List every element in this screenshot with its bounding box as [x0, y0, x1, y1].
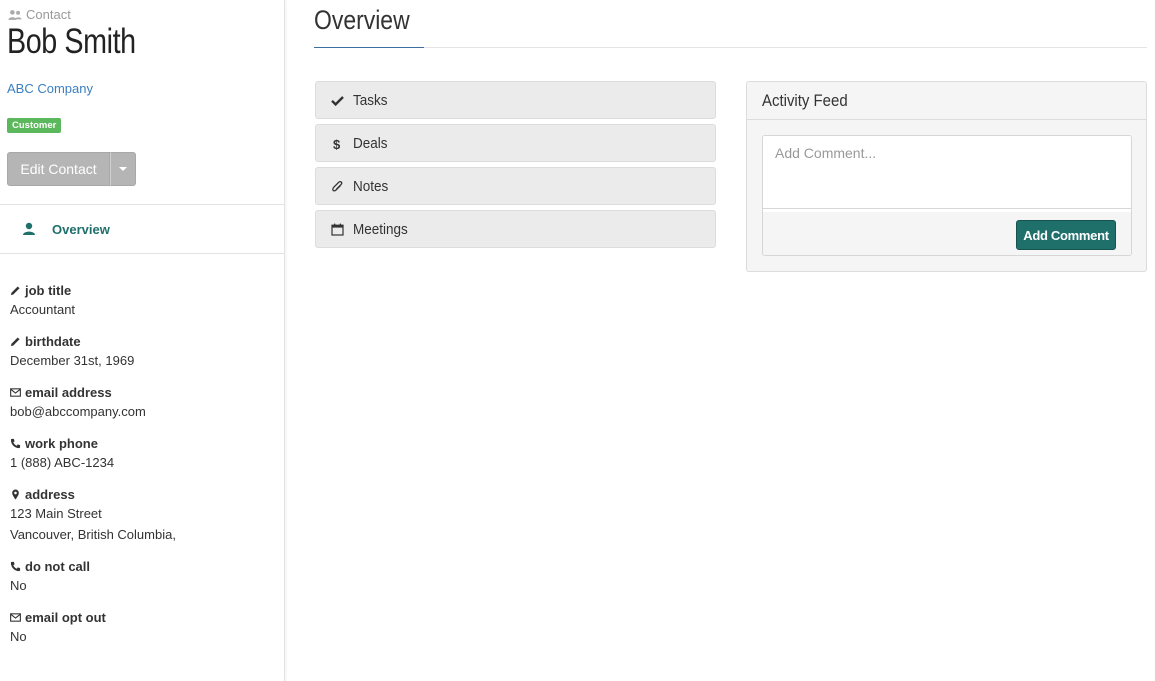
user-icon	[23, 222, 35, 235]
field-label: work phone	[25, 436, 98, 451]
main-content: Overview Tasks $ Deals Notes Meetings Ac…	[314, 0, 1147, 681]
company-link[interactable]: ABC Company	[7, 81, 93, 96]
envelope-icon	[10, 613, 21, 622]
field-address: address 123 Main Street Vancouver, Briti…	[10, 486, 280, 545]
title-underline	[314, 47, 424, 48]
field-birthdate: birthdate December 31st, 1969	[10, 333, 280, 371]
edit-contact-button[interactable]: Edit Contact	[7, 152, 110, 186]
field-label: birthdate	[25, 334, 81, 349]
caret-down-icon	[119, 167, 127, 171]
field-email: email address bob@abccompany.com	[10, 384, 280, 422]
activity-feed-panel: Activity Feed Add Comment	[746, 81, 1147, 272]
breadcrumb-label: Contact	[26, 7, 71, 22]
check-icon	[331, 95, 344, 106]
comment-footer: Add Comment	[763, 212, 1131, 255]
field-value-line1: 123 Main Street	[10, 506, 102, 521]
title-divider	[314, 47, 1147, 48]
panel-label: Notes	[353, 177, 389, 195]
paperclip-icon	[332, 180, 343, 191]
overview-panels: Tasks $ Deals Notes Meetings	[315, 81, 716, 253]
svg-text:$: $	[333, 137, 341, 150]
add-comment-button[interactable]: Add Comment	[1016, 220, 1116, 250]
panel-label: Deals	[353, 134, 388, 152]
sidebar-nav-overview[interactable]: Overview	[0, 204, 285, 254]
field-work-phone: work phone 1 (888) ABC-1234	[10, 435, 280, 473]
field-value: No	[10, 629, 27, 644]
users-icon	[8, 9, 22, 20]
field-value: No	[10, 578, 27, 593]
field-label: do not call	[25, 559, 90, 574]
activity-feed-title: Activity Feed	[762, 90, 848, 110]
field-value-line2: Vancouver, British Columbia,	[10, 527, 176, 542]
panel-deals[interactable]: $ Deals	[315, 124, 716, 162]
activity-feed-header: Activity Feed	[747, 82, 1146, 120]
phone-icon	[10, 561, 21, 572]
contact-sidebar: Contact Bob Smith ABC Company Customer E…	[0, 0, 285, 681]
field-job-title: job title Accountant	[10, 282, 280, 320]
dollar-icon: $	[333, 137, 341, 150]
comment-box: Add Comment	[762, 135, 1132, 256]
field-label: email address	[25, 385, 112, 400]
envelope-icon	[10, 388, 21, 397]
panel-tasks[interactable]: Tasks	[315, 81, 716, 119]
panel-meetings[interactable]: Meetings	[315, 210, 716, 248]
field-value: Accountant	[10, 302, 76, 317]
phone-icon	[10, 438, 21, 449]
contact-fields: job title Accountant birthdate December …	[10, 282, 280, 660]
pencil-icon	[10, 286, 20, 296]
panel-label: Tasks	[353, 91, 388, 109]
field-value: 1 (888) ABC-1234	[10, 455, 115, 470]
map-marker-icon	[12, 489, 19, 500]
panel-notes[interactable]: Notes	[315, 167, 716, 205]
field-value: December 31st, 1969	[10, 353, 135, 368]
status-badge: Customer	[7, 118, 62, 133]
page-title: Overview	[314, 5, 410, 35]
field-do-not-call: do not call No	[10, 558, 280, 596]
panel-label: Meetings	[353, 220, 408, 238]
field-label: address	[25, 487, 75, 502]
field-value: bob@abccompany.com	[10, 404, 146, 419]
field-label: email opt out	[25, 610, 106, 625]
sidebar-nav-label: Overview	[52, 221, 110, 237]
edit-contact-group: Edit Contact	[7, 152, 136, 186]
field-label: job title	[25, 283, 72, 298]
calendar-icon	[331, 223, 344, 236]
pencil-icon	[10, 337, 20, 347]
breadcrumb: Contact	[8, 7, 71, 22]
comment-input[interactable]	[763, 136, 1131, 209]
field-email-opt-out: email opt out No	[10, 609, 280, 647]
contact-name: Bob Smith	[7, 22, 136, 61]
edit-contact-dropdown-toggle[interactable]	[110, 152, 136, 186]
